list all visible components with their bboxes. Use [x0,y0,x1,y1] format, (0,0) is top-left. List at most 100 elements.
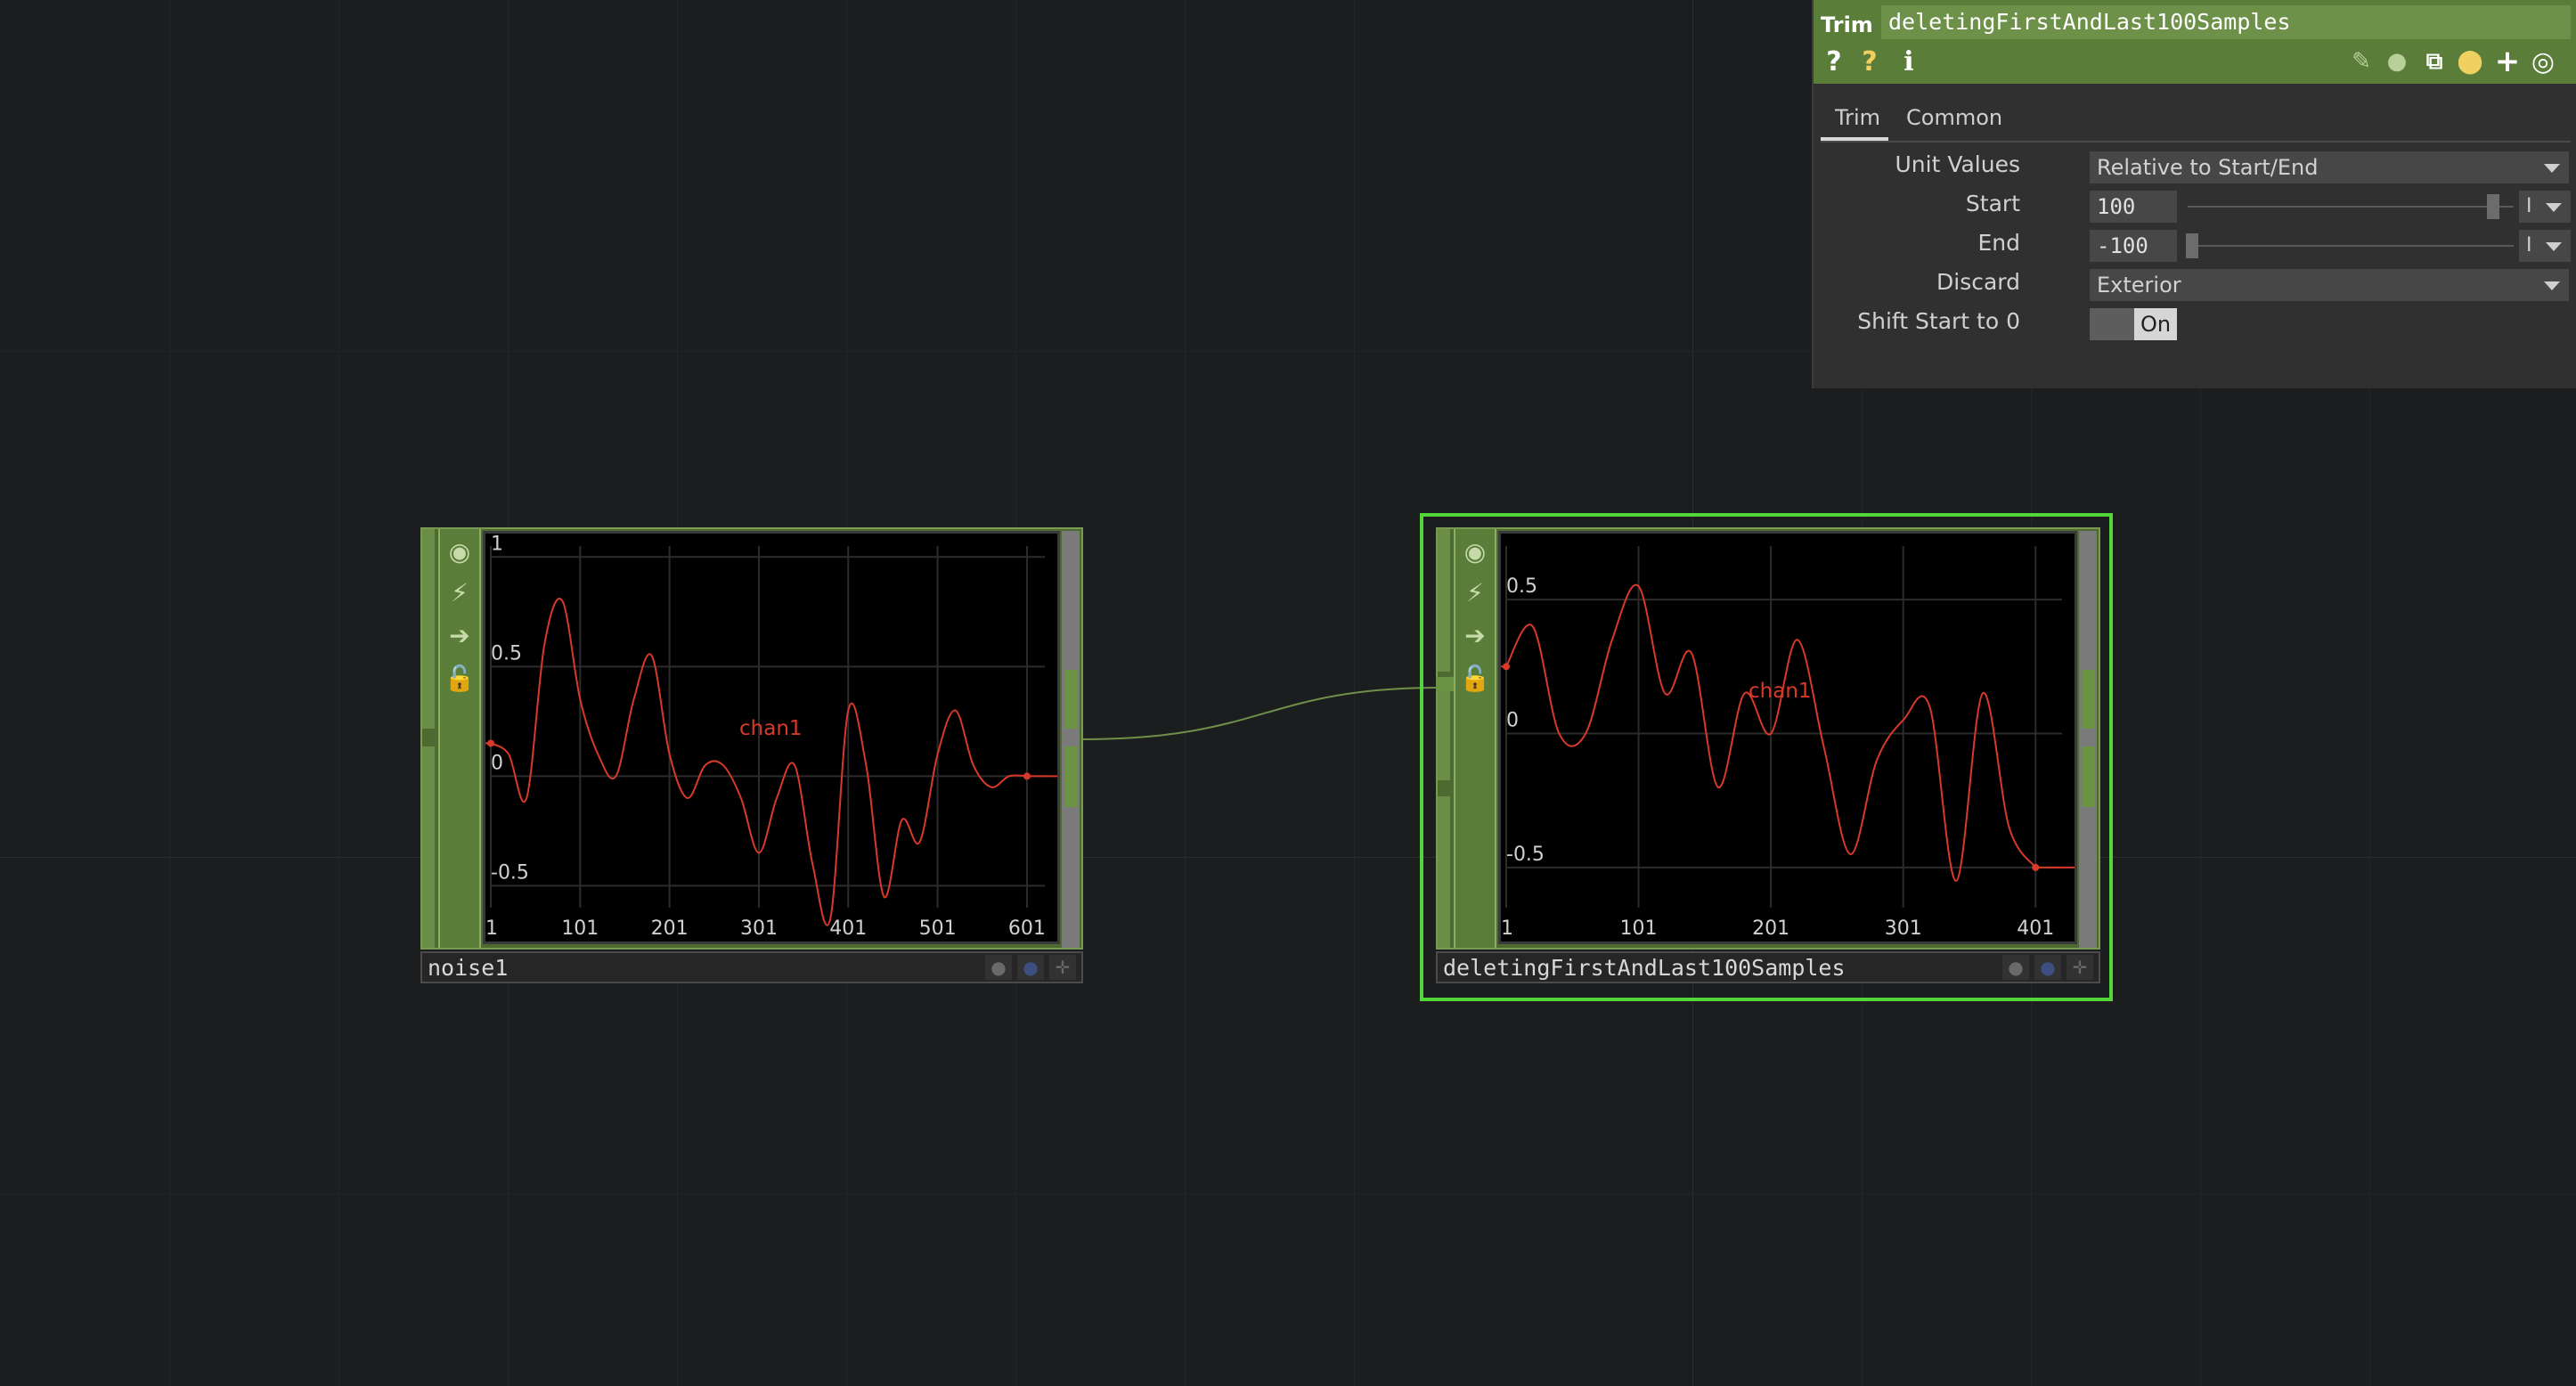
tab-common[interactable]: Common [1906,105,2002,130]
start-unit-value: I [2526,195,2532,217]
data-point [1558,733,1560,735]
bypass-icon[interactable]: ⚡ [1455,572,1495,613]
end-unit-menu[interactable]: I [2519,230,2571,262]
bypass-icon[interactable]: ⚡ [440,572,479,613]
target-icon[interactable]: ◎ [2526,45,2560,78]
node-namebar[interactable]: deletingFirstAndLast100Samples ● ● ✛ [1436,951,2100,983]
cook-arrow-icon[interactable]: ➔ [1455,615,1495,656]
node-name[interactable]: noise1 [428,955,508,981]
unit-values-menu[interactable]: Relative to Start/End [2090,151,2569,183]
noise1-chart: 1 0.5 0 -0.5 1 101 201 301 401 501 601 chan1 [485,534,1057,940]
y-tick-label: 0.5 [491,642,522,664]
node-icon-column: ◉ ⚡ ➔ 🔓 [1454,529,1496,948]
start-slider[interactable] [2188,206,2514,208]
info-icon[interactable]: i [1892,45,1926,78]
cook-arrow-icon[interactable]: ➔ [440,615,479,656]
output-strip [2079,531,2097,948]
data-point [919,841,921,843]
chevron-down-icon [2544,281,2560,290]
output-strip [1062,531,1080,948]
data-point [1638,585,1640,587]
x-tick-label: 101 [561,917,599,940]
chevron-down-icon [2546,203,2562,212]
start-field[interactable]: 100 [2090,191,2177,223]
python-help-icon[interactable]: ? [1853,45,1887,78]
node-icon-column: ◉ ⚡ ➔ 🔓 [438,529,481,948]
data-point [955,710,957,712]
channel-viewer[interactable]: 0.5 0 -0.5 1 101 201 301 401 chan1 [1498,531,2077,944]
data-point [1743,692,1745,694]
lock-icon[interactable]: 🔓 [1455,657,1495,698]
y-tick-label: 0 [491,752,503,774]
data-point [687,797,689,799]
data-point [1955,880,1957,882]
tab-trim[interactable]: Trim [1835,105,1880,130]
comment-icon[interactable]: ● [2380,45,2414,78]
edit-icon[interactable]: ✎ [2344,45,2378,78]
data-point [1928,705,1930,707]
x-tick-label: 501 [919,917,957,940]
data-point [543,644,545,646]
node-expand-icon[interactable]: ✛ [2067,955,2093,980]
python-icon[interactable]: ⬤ [2453,45,2487,78]
data-point [758,852,760,853]
node-expand-icon[interactable]: ✛ [1049,955,1076,980]
x-tick-label: 301 [740,917,778,940]
y-tick-label: 0 [1506,710,1519,732]
x-tick-label: 201 [651,917,689,940]
data-point [740,797,742,799]
channel-label: chan1 [739,717,803,740]
data-point [1023,772,1031,780]
viewer-active-icon[interactable]: ◉ [1455,531,1495,572]
data-point [776,797,778,799]
output-connector[interactable] [1065,746,1078,807]
end-label: End [1977,230,2020,256]
operator-name-field[interactable]: deletingFirstAndLast100Samples [1881,5,2571,39]
node-viewer-flag-icon[interactable]: ● [2034,955,2061,980]
node-viewer-flag-icon[interactable]: ● [1017,955,1044,980]
node-flag-icon[interactable]: ● [2002,955,2029,980]
parameter-panel: Trim deletingFirstAndLast100Samples ? ? … [1812,0,2576,388]
start-slider-handle[interactable] [2487,194,2499,219]
chevron-down-icon [2544,164,2560,173]
data-point [1770,733,1772,735]
add-icon[interactable]: + [2490,44,2524,79]
discard-menu[interactable]: Exterior [2090,269,2569,301]
start-unit-menu[interactable]: I [2519,191,2571,223]
clone-icon[interactable]: ⧉ [2417,45,2451,78]
data-point [1664,692,1666,694]
channel-label: chan1 [1749,680,1812,703]
data-point [1503,663,1510,671]
data-point [901,819,902,821]
y-tick-label: 1 [491,534,503,555]
data-point [561,600,563,602]
data-point [829,917,831,919]
data-point [1849,853,1851,855]
data-point [1876,760,1878,762]
end-slider[interactable] [2188,245,2514,247]
end-field[interactable]: -100 [2090,230,2177,262]
node-namebar[interactable]: noise1 ● ● ✛ [420,951,1083,983]
x-tick-label: 401 [2017,917,2054,940]
data-point [865,764,867,766]
channel-viewer[interactable]: 1 0.5 0 -0.5 1 101 201 301 401 501 601 chan1 [483,531,1060,944]
lock-icon[interactable]: 🔓 [440,657,479,698]
output-connector[interactable] [2083,670,2095,729]
node-flag-icon[interactable]: ● [985,955,1012,980]
output-connector[interactable] [1065,670,1078,729]
x-tick-label: 1 [485,917,498,940]
x-tick-label: 301 [1885,917,1922,940]
node-name[interactable]: deletingFirstAndLast100Samples [1443,955,1846,981]
input-connector[interactable] [1436,677,1454,691]
shift-start-toggle[interactable]: On [2090,308,2177,340]
x-tick-label: 101 [1620,917,1658,940]
data-point [579,698,581,700]
unit-values-label: Unit Values [1895,151,2020,177]
viewer-active-icon[interactable]: ◉ [440,531,479,572]
data-point [1982,692,1984,694]
output-connector[interactable] [2083,746,2095,807]
toggle-on-label: On [2134,308,2177,340]
help-icon[interactable]: ? [1817,45,1851,78]
end-slider-handle[interactable] [2186,233,2198,258]
chevron-down-icon [2546,242,2562,251]
